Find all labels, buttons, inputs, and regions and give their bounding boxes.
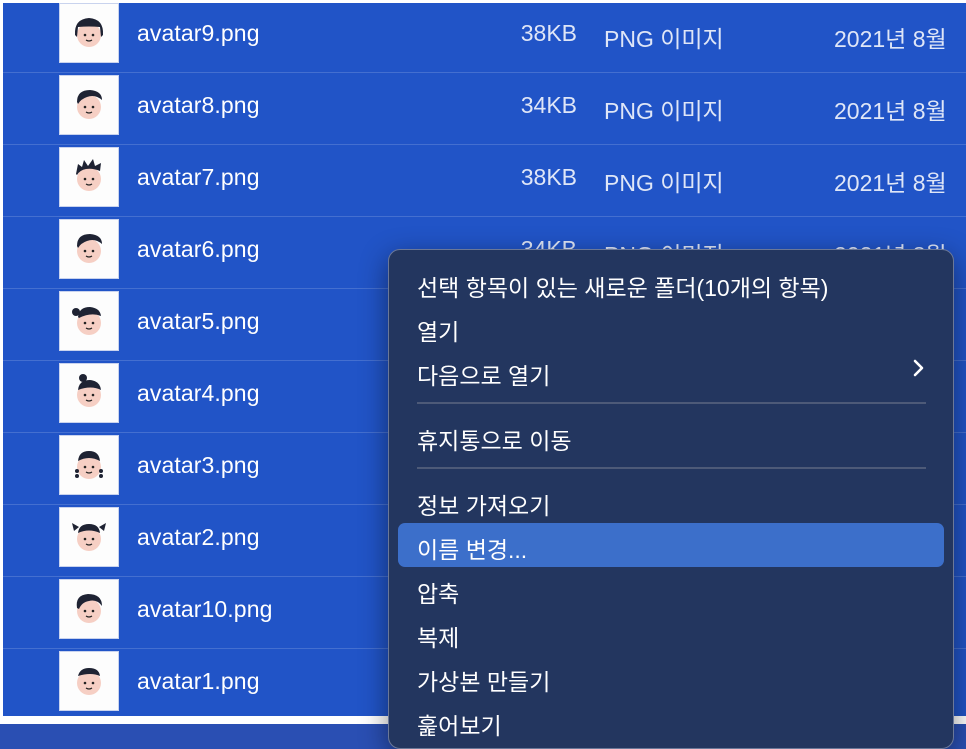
menu-item-label: 가상본 만들기 (417, 669, 551, 695)
menu-item[interactable]: 압축 (398, 567, 944, 611)
file-name: avatar5.png (137, 308, 260, 334)
file-name: avatar10.png (137, 596, 273, 622)
menu-item-label: 복제 (417, 625, 460, 651)
menu-separator (417, 402, 926, 404)
file-kind: PNG 이미지 (604, 170, 724, 196)
menu-item[interactable]: 훑어보기 (398, 699, 944, 743)
file-name: avatar7.png (137, 164, 260, 190)
context-menu: 선택 항목이 있는 새로운 폴더(10개의 항목) 열기다음으로 열기휴지통으로 … (388, 249, 954, 749)
file-kind: PNG 이미지 (604, 26, 724, 52)
file-name: avatar4.png (137, 380, 260, 406)
file-name: avatar1.png (137, 668, 260, 694)
file-date: 2021년 8월 (834, 98, 947, 124)
menu-item[interactable]: 가상본 만들기 (398, 655, 944, 699)
file-row[interactable]: avatar7.png 38KB PNG 이미지 2021년 8월 (3, 144, 966, 217)
menu-item-label: 선택 항목이 있는 새로운 폴더(10개의 항목) (417, 275, 829, 301)
avatar-face-icon (60, 508, 118, 566)
file-row[interactable]: avatar8.png 34KB PNG 이미지 2021년 8월 (3, 72, 966, 145)
menu-item-label: 훑어보기 (417, 713, 502, 739)
menu-item[interactable]: 정보 가져오기 (398, 479, 944, 523)
avatar-face-icon (60, 652, 118, 710)
menu-item[interactable]: 선택 항목이 있는 새로운 폴더(10개의 항목) (398, 261, 944, 305)
file-name: avatar6.png (137, 236, 260, 262)
menu-item[interactable]: 복제 (398, 611, 944, 655)
menu-item[interactable]: 이름 변경... (398, 523, 944, 567)
file-name: avatar2.png (137, 524, 260, 550)
menu-item[interactable]: 휴지통으로 이동 (398, 414, 944, 458)
file-date: 2021년 8월 (834, 170, 947, 196)
avatar-face-icon (60, 292, 118, 350)
file-name: avatar9.png (137, 20, 260, 46)
menu-item-label: 정보 가져오기 (417, 493, 551, 519)
avatar-face-icon (60, 580, 118, 638)
chevron-right-icon (912, 357, 926, 386)
avatar-face-icon (60, 364, 118, 422)
avatar-face-icon (60, 220, 118, 278)
menu-item-label: 압축 (417, 581, 460, 607)
file-date: 2021년 8월 (834, 26, 947, 52)
avatar-face-icon (60, 76, 118, 134)
file-kind: PNG 이미지 (604, 98, 724, 124)
file-row[interactable]: avatar9.png 38KB PNG 이미지 2021년 8월 (3, 3, 966, 73)
file-name: avatar8.png (137, 92, 260, 118)
file-name: avatar3.png (137, 452, 260, 478)
menu-item[interactable]: 다음으로 열기 (398, 349, 944, 393)
avatar-face-icon (60, 436, 118, 494)
avatar-face-icon (60, 148, 118, 206)
menu-item-label: 이름 변경... (417, 537, 528, 563)
menu-item-label: 열기 (417, 319, 460, 345)
menu-item-label: 휴지통으로 이동 (417, 428, 572, 454)
file-size: 38KB (520, 20, 577, 46)
menu-item-label: 다음으로 열기 (417, 363, 551, 389)
avatar-face-icon (60, 4, 118, 62)
menu-separator (417, 467, 926, 469)
menu-item[interactable]: 열기 (398, 305, 944, 349)
file-size: 38KB (520, 164, 577, 190)
file-size: 34KB (520, 92, 577, 118)
